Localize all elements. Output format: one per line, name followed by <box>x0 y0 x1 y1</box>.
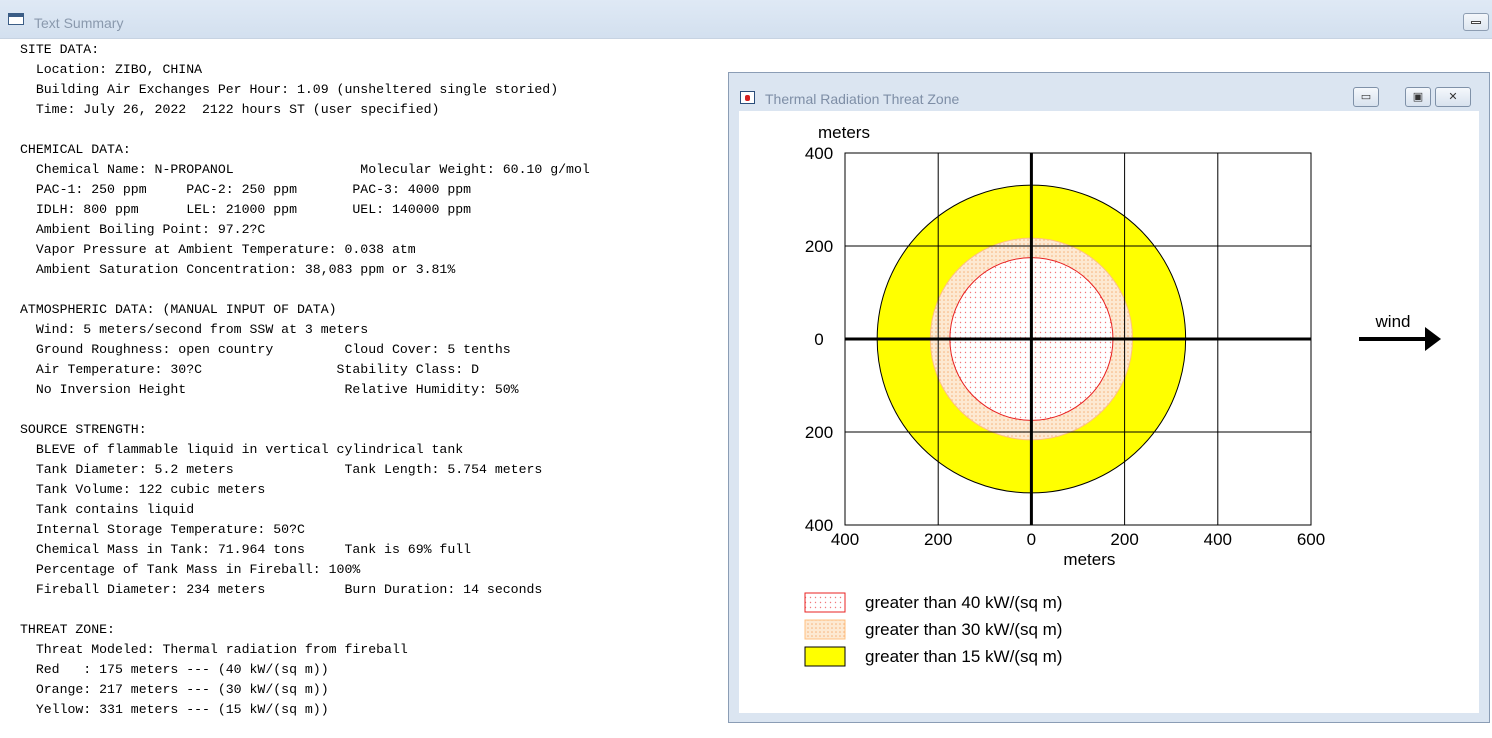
y-axis-label: meters <box>818 123 870 142</box>
legend-swatch <box>804 646 846 667</box>
legend-swatch <box>804 619 846 640</box>
summary-line: ATMOSPHERIC DATA: (MANUAL INPUT OF DATA) <box>20 302 337 317</box>
summary-line: Yellow: 331 meters --- (15 kW/(sq m)) <box>20 702 329 717</box>
wind-label: wind <box>1375 312 1411 331</box>
threat-zone-chart: 400 200 0 200 400 600 400 200 0 200 400 meters meter… <box>804 123 1441 667</box>
y-tick-label: 200 <box>805 423 833 442</box>
summary-line: Tank Diameter: 5.2 meters Tank Length: 5… <box>20 462 543 477</box>
main-titlebar: Text Summary <box>0 0 1492 39</box>
summary-line: No Inversion Height Relative Humidity: 5… <box>20 382 519 397</box>
summary-line: Air Temperature: 30?C Stability Class: D <box>20 362 479 377</box>
x-tick-label: 200 <box>1110 530 1138 549</box>
minimize-icon <box>1471 21 1481 24</box>
summary-line: SOURCE STRENGTH: <box>20 422 147 437</box>
threat-zone-titlebar[interactable]: Thermal Radiation Threat Zone ▭ ▣ ✕ <box>729 73 1489 111</box>
x-tick-label: 200 <box>924 530 952 549</box>
summary-line: THREAT ZONE: <box>20 622 115 637</box>
summary-line: Ground Roughness: open country Cloud Cov… <box>20 342 511 357</box>
summary-line: CHEMICAL DATA: <box>20 142 131 157</box>
summary-line: Location: ZIBO, CHINA <box>20 62 203 77</box>
text-summary-body: SITE DATA: Location: ZIBO, CHINA Buildin… <box>20 40 590 720</box>
summary-line: Orange: 217 meters --- (30 kW/(sq m)) <box>20 682 329 697</box>
y-tick-label: 400 <box>805 516 833 535</box>
threat-zone-title: Thermal Radiation Threat Zone <box>765 91 960 107</box>
child-maximize-button[interactable]: ▣ <box>1405 87 1431 107</box>
summary-line: Percentage of Tank Mass in Fireball: 100… <box>20 562 361 577</box>
summary-line: Tank contains liquid <box>20 502 195 517</box>
y-tick-label: 400 <box>805 144 833 163</box>
summary-line: Building Air Exchanges Per Hour: 1.09 (u… <box>20 82 559 97</box>
summary-line: SITE DATA: <box>20 42 100 57</box>
summary-line: Chemical Name: N-PROPANOL Molecular Weig… <box>20 162 590 177</box>
child-minimize-button[interactable]: ▭ <box>1353 87 1379 107</box>
legend-label: greater than 40 kW/(sq m) <box>865 593 1062 612</box>
window-icon <box>8 13 24 25</box>
x-tick-label: 400 <box>1204 530 1232 549</box>
summary-line: Wind: 5 meters/second from SSW at 3 mete… <box>20 322 369 337</box>
summary-line: IDLH: 800 ppm LEL: 21000 ppm UEL: 140000… <box>20 202 472 217</box>
wind-arrow-icon <box>1425 327 1441 351</box>
summary-line: Ambient Saturation Concentration: 38,083… <box>20 262 456 277</box>
child-close-button[interactable]: ✕ <box>1435 87 1471 107</box>
window-title: Text Summary <box>34 15 124 31</box>
x-tick-label: 0 <box>1027 530 1036 549</box>
minimize-button[interactable] <box>1463 13 1489 31</box>
summary-line: Ambient Boiling Point: 97.2?C <box>20 222 266 237</box>
legend-swatch <box>804 592 846 613</box>
legend-label: greater than 15 kW/(sq m) <box>865 647 1062 666</box>
summary-line: Fireball Diameter: 234 meters Burn Durat… <box>20 582 543 597</box>
summary-line: Chemical Mass in Tank: 71.964 tons Tank … <box>20 542 472 557</box>
y-tick-label: 0 <box>814 330 823 349</box>
summary-line: Tank Volume: 122 cubic meters <box>20 482 266 497</box>
summary-line: Threat Modeled: Thermal radiation from f… <box>20 642 408 657</box>
x-axis-label: meters <box>1063 550 1115 569</box>
threat-zone-window[interactable]: Thermal Radiation Threat Zone ▭ ▣ ✕ 400 2… <box>728 72 1490 723</box>
summary-line <box>20 280 590 300</box>
x-tick-label: 600 <box>1297 530 1325 549</box>
threat-zone-window-icon <box>740 91 755 104</box>
threat-zone-plot-area: 400 200 0 200 400 600 400 200 0 200 400 meters meter… <box>739 111 1479 713</box>
summary-line: PAC-1: 250 ppm PAC-2: 250 ppm PAC-3: 400… <box>20 182 472 197</box>
summary-line <box>20 400 590 420</box>
summary-line: Vapor Pressure at Ambient Temperature: 0… <box>20 242 416 257</box>
summary-line: BLEVE of flammable liquid in vertical cy… <box>20 442 464 457</box>
summary-line: Internal Storage Temperature: 50?C <box>20 522 305 537</box>
legend-label: greater than 30 kW/(sq m) <box>865 620 1062 639</box>
summary-line <box>20 600 590 620</box>
summary-line <box>20 120 590 140</box>
summary-line: Time: July 26, 2022 2122 hours ST (user … <box>20 102 440 117</box>
y-tick-label: 200 <box>805 237 833 256</box>
x-tick-label: 400 <box>831 530 859 549</box>
summary-line: Red : 175 meters --- (40 kW/(sq m)) <box>20 662 329 677</box>
